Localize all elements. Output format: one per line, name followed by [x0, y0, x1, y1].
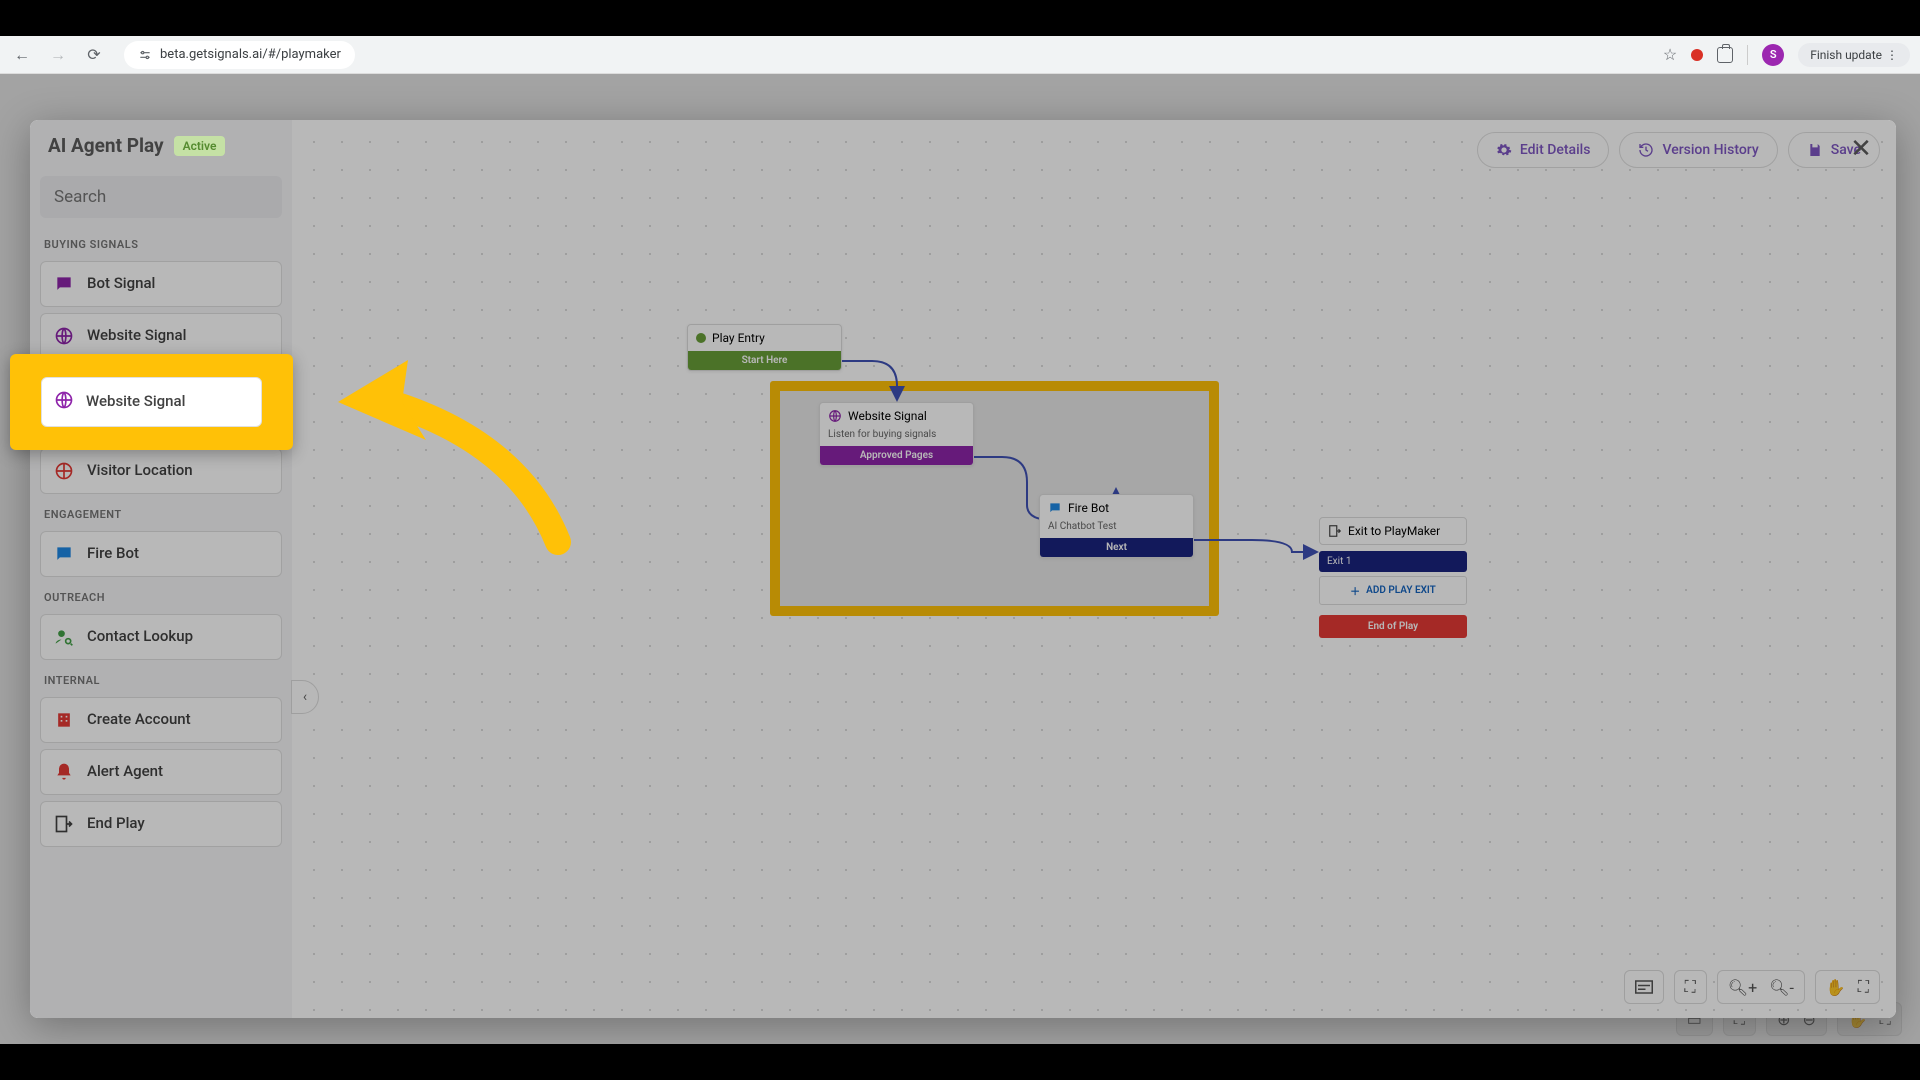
node-fire-bot[interactable]: Fire Bot AI Chatbot Test Next: [1039, 494, 1194, 558]
node-title: Exit to PlayMaker: [1348, 524, 1440, 538]
section-header: BUYING SIGNALS: [40, 230, 282, 255]
sidebar-item-label: Fire Bot: [87, 545, 139, 562]
browser-toolbar: ← → ⟳ beta.getsignals.ai/#/playmaker ☆ S…: [0, 36, 1920, 74]
plus-icon: ＋: [1350, 583, 1360, 598]
section-header: INTERNAL: [40, 666, 282, 691]
globe-location-icon: [53, 460, 75, 482]
reload-button[interactable]: ⟳: [82, 43, 106, 67]
divider: [1747, 45, 1748, 65]
gear-icon: [1496, 142, 1512, 158]
fullscreen-button[interactable]: ⛶: [1858, 977, 1869, 997]
node-website-signal[interactable]: Website Signal Listen for buying signals…: [819, 402, 974, 466]
highlight-label: Website Signal: [86, 393, 185, 410]
url-text: beta.getsignals.ai/#/playmaker: [160, 47, 341, 62]
zoom-out-button[interactable]: 🔍︎-: [1769, 978, 1794, 997]
exit-icon: [1328, 524, 1342, 538]
add-play-exit-button[interactable]: ＋ ADD PLAY EXIT: [1319, 576, 1467, 605]
chat-icon: [1048, 501, 1062, 515]
building-icon: [53, 709, 75, 731]
minimap-button[interactable]: [1624, 970, 1664, 1004]
canvas[interactable]: Edit Details Version History Save ‹: [292, 120, 1896, 1018]
exit-icon: [53, 813, 75, 835]
globe-icon: [53, 325, 75, 347]
version-history-button[interactable]: Version History: [1619, 132, 1777, 168]
forward-button[interactable]: →: [46, 43, 70, 67]
globe-icon: [54, 390, 74, 414]
modal-title: AI Agent Play: [48, 134, 164, 157]
edit-details-button[interactable]: Edit Details: [1477, 132, 1610, 168]
bell-icon: [53, 761, 75, 783]
section-header: ENGAGEMENT: [40, 500, 282, 525]
playmaker-modal: AI Agent Play Active ✕ BUYING SIGNALS Bo…: [30, 120, 1896, 1018]
sidebar-item-label: Create Account: [87, 711, 191, 728]
globe-icon: [828, 409, 842, 423]
zoom-in-button[interactable]: 🔍︎+: [1728, 978, 1757, 997]
section-header: OUTREACH: [40, 583, 282, 608]
node-title: Play Entry: [712, 331, 765, 345]
sidebar-item-label: End Play: [87, 815, 145, 832]
edit-details-label: Edit Details: [1520, 142, 1591, 158]
notification-dot-icon[interactable]: [1691, 49, 1703, 61]
sidebar-item-label: Alert Agent: [87, 763, 163, 780]
search-input[interactable]: [40, 176, 282, 218]
sidebar-item-label: Bot Signal: [87, 275, 155, 292]
save-icon: [1807, 142, 1823, 158]
minimap-icon: [1635, 980, 1653, 994]
sidebar-item-website-signal-highlighted[interactable]: Website Signal: [41, 377, 262, 427]
bookmark-icon[interactable]: ☆: [1663, 45, 1677, 64]
back-button[interactable]: ←: [10, 43, 34, 67]
node-title: Website Signal: [848, 409, 927, 423]
end-of-play[interactable]: End of Play: [1319, 615, 1467, 638]
node-footer[interactable]: Start Here: [688, 351, 841, 370]
finish-update-label: Finish update: [1810, 48, 1882, 62]
chat-icon: [53, 273, 75, 295]
pan-button[interactable]: ✋: [1826, 978, 1846, 997]
person-search-icon: [53, 626, 75, 648]
sidebar-item-label: Visitor Location: [87, 462, 193, 479]
play-icon: [696, 333, 706, 343]
sidebar-item-end-play[interactable]: End Play: [40, 801, 282, 847]
version-history-label: Version History: [1662, 142, 1758, 158]
node-footer[interactable]: Approved Pages: [820, 446, 973, 465]
sidebar-item-label: Contact Lookup: [87, 628, 193, 645]
finish-update-button[interactable]: Finish update⋮: [1798, 43, 1910, 67]
fit-button[interactable]: ⛶: [1674, 970, 1707, 1004]
node-play-entry[interactable]: Play Entry Start Here: [687, 324, 842, 371]
node-title: Fire Bot: [1068, 501, 1109, 515]
site-settings-icon: [138, 48, 152, 62]
node-subtitle: Listen for buying signals: [820, 429, 973, 446]
fit-icon: ⛶: [1685, 977, 1696, 997]
highlight-website-signal: Website Signal: [10, 354, 293, 450]
chat-bubble-icon: [53, 543, 75, 565]
letterbox: [0, 1044, 1920, 1080]
app-surface: ▭ ⛶ ⊕⊖ ✋⛶ AI Agent Play Active ✕ BUYING …: [0, 74, 1920, 1044]
sidebar: BUYING SIGNALS Bot Signal Website Signal…: [30, 120, 292, 1018]
node-footer[interactable]: Next: [1040, 538, 1193, 557]
close-button[interactable]: ✕: [1846, 134, 1876, 164]
sidebar-item-alert-agent[interactable]: Alert Agent: [40, 749, 282, 795]
profile-avatar[interactable]: S: [1762, 44, 1784, 66]
status-badge: Active: [174, 136, 226, 156]
node-exit[interactable]: Exit to PlayMaker Exit 1 ＋ADD PLAY EXIT …: [1319, 517, 1467, 638]
exit-slot[interactable]: Exit 1: [1319, 551, 1467, 572]
letterbox: [0, 0, 1920, 36]
history-icon: [1638, 142, 1654, 158]
sidebar-item-label: Website Signal: [87, 327, 186, 344]
add-exit-label: ADD PLAY EXIT: [1366, 585, 1436, 596]
node-subtitle: AI Chatbot Test: [1040, 521, 1193, 538]
collapse-sidebar-button[interactable]: ‹: [291, 680, 319, 714]
extensions-icon[interactable]: [1717, 47, 1733, 63]
url-bar[interactable]: beta.getsignals.ai/#/playmaker: [124, 41, 355, 69]
sidebar-item-bot-signal[interactable]: Bot Signal: [40, 261, 282, 307]
sidebar-item-website-signal[interactable]: Website Signal: [40, 313, 282, 359]
sidebar-item-create-account[interactable]: Create Account: [40, 697, 282, 743]
sidebar-item-visitor-location[interactable]: Visitor Location: [40, 448, 282, 494]
sidebar-item-contact-lookup[interactable]: Contact Lookup: [40, 614, 282, 660]
sidebar-item-fire-bot[interactable]: Fire Bot: [40, 531, 282, 577]
